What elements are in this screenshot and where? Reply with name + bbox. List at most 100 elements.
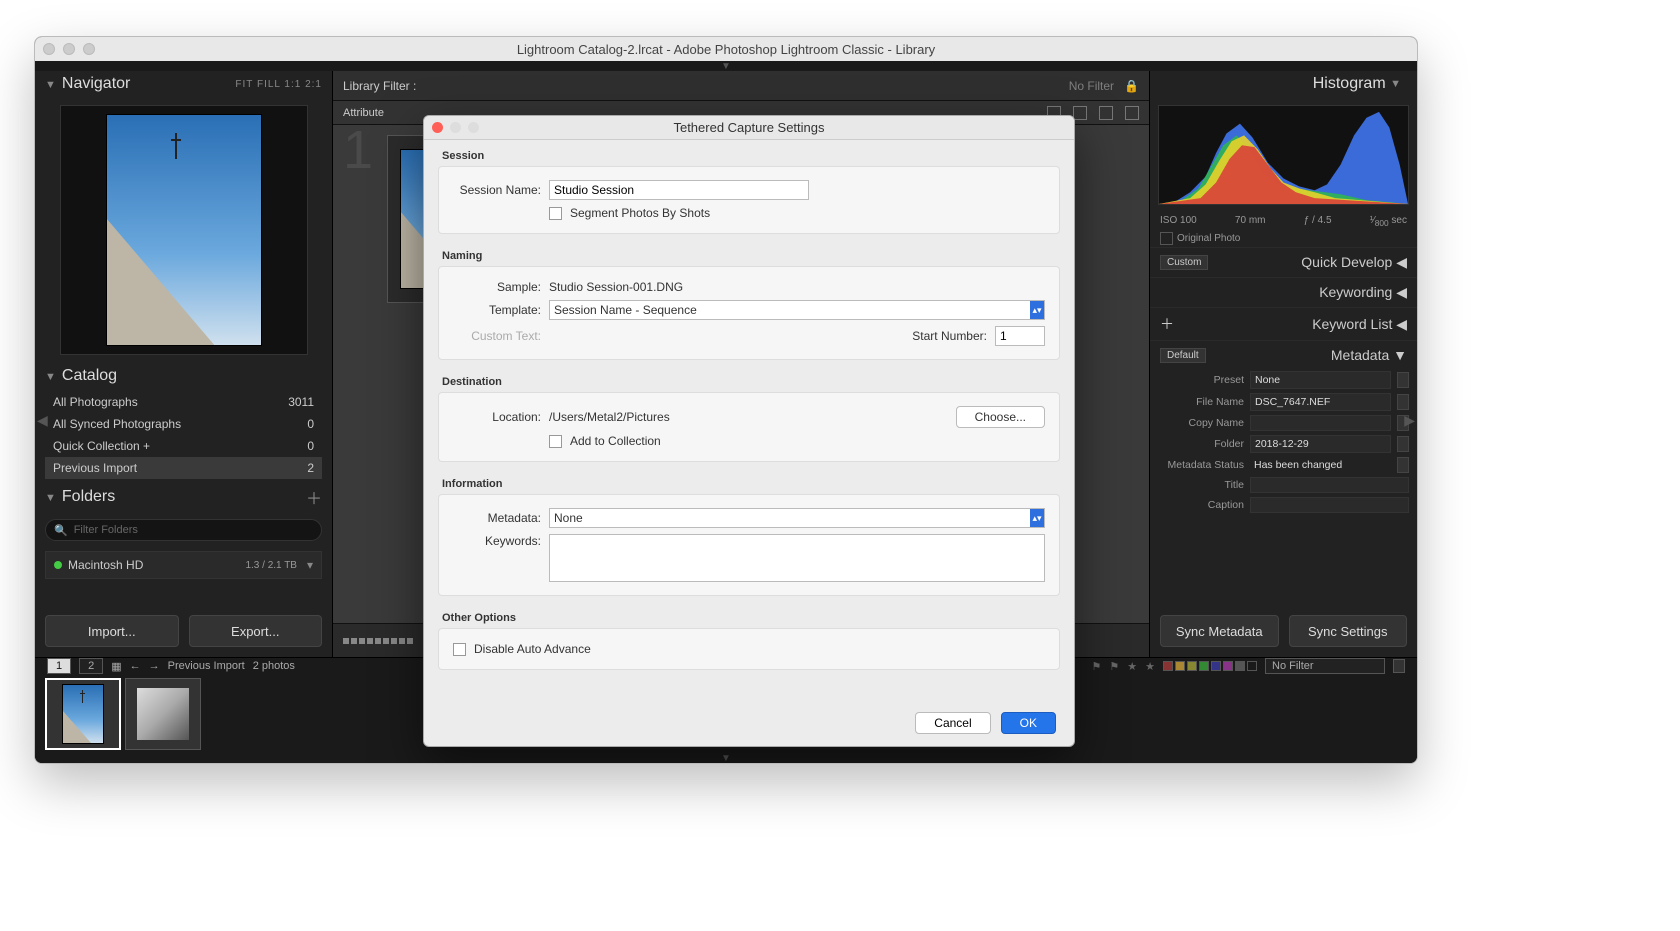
metadata-select[interactable]: None▴▾ <box>549 508 1045 528</box>
disable-advance-checkbox[interactable] <box>453 643 466 656</box>
flag-pick-icon[interactable]: ⚑ <box>1092 660 1102 673</box>
display-1-button[interactable]: 1 <box>47 658 71 674</box>
zoom-1-1[interactable]: 1:1 <box>284 79 301 90</box>
session-name-label: Session Name: <box>453 183 541 197</box>
filter-select[interactable]: No Filter <box>1265 658 1385 674</box>
import-button[interactable]: Import... <box>45 615 179 647</box>
minimize-icon[interactable] <box>63 43 75 55</box>
chevron-right-icon[interactable]: ▶ <box>1404 412 1415 429</box>
grid-size-icon[interactable] <box>343 638 413 644</box>
flag-reject-icon[interactable]: ⚑ <box>1109 660 1119 673</box>
cancel-button[interactable]: Cancel <box>915 712 990 734</box>
view-loupe-icon[interactable] <box>1073 106 1087 120</box>
folders-header[interactable]: ▼Folders＋ <box>35 481 332 513</box>
lock-icon[interactable]: 🔒 <box>1124 79 1139 93</box>
add-collection-label: Add to Collection <box>570 434 661 448</box>
keywords-textarea[interactable] <box>549 534 1045 582</box>
histo-iso: ISO 100 <box>1160 215 1197 228</box>
sample-value: Studio Session-001.DNG <box>549 280 683 294</box>
plus-icon[interactable]: ＋ <box>1160 314 1174 334</box>
color-label-chips[interactable] <box>1163 661 1257 671</box>
start-number-label: Start Number: <box>912 329 987 343</box>
chevron-down-icon[interactable]: ▼ <box>721 61 731 72</box>
section-information: Information <box>424 468 1074 494</box>
keywording-header[interactable]: Keywording ◀ <box>1150 277 1417 307</box>
filmstrip-thumb[interactable] <box>45 678 121 750</box>
attribute-tab[interactable]: Attribute <box>343 107 384 119</box>
goto-icon[interactable] <box>1397 394 1409 410</box>
view-compare-icon[interactable] <box>1099 106 1113 120</box>
metadata-header[interactable]: DefaultMetadata ▼ <box>1150 340 1417 369</box>
original-photo-checkbox[interactable] <box>1160 232 1173 245</box>
library-filter-label: Library Filter : <box>343 79 416 93</box>
meta-folder[interactable]: 2018-12-29 <box>1250 435 1391 453</box>
navigator-label: Navigator <box>62 75 130 92</box>
catalog-item[interactable]: All Photographs3011 <box>45 391 322 413</box>
catalog-item-selected[interactable]: Previous Import2 <box>45 457 322 479</box>
meta-preset[interactable]: None <box>1250 371 1391 389</box>
goto-icon[interactable] <box>1397 457 1409 473</box>
star-icon[interactable]: ★ <box>1145 660 1155 673</box>
close-icon[interactable] <box>43 43 55 55</box>
sync-settings-button[interactable]: Sync Settings <box>1289 615 1408 647</box>
catalog-item[interactable]: All Synced Photographs0 <box>45 413 322 435</box>
search-icon: 🔍 <box>54 524 68 537</box>
view-survey-icon[interactable] <box>1125 106 1139 120</box>
sync-metadata-button[interactable]: Sync Metadata <box>1160 615 1279 647</box>
display-2-button[interactable]: 2 <box>79 658 103 674</box>
zoom-fill[interactable]: FILL <box>257 79 281 90</box>
window-title: Lightroom Catalog-2.lrcat - Adobe Photos… <box>35 42 1417 57</box>
keyword-list-header[interactable]: ＋Keyword List ◀ <box>1150 307 1417 340</box>
histo-sec: ¹⁄800 sec <box>1370 215 1407 228</box>
location-value: /Users/Metal2/Pictures <box>549 410 670 424</box>
chevron-down-icon[interactable]: ▾ <box>307 558 313 572</box>
start-number-input[interactable] <box>995 326 1045 346</box>
ok-button[interactable]: OK <box>1001 712 1056 734</box>
custom-pill[interactable]: Custom <box>1160 255 1208 270</box>
zoom-icon[interactable] <box>83 43 95 55</box>
histogram-svg <box>1159 106 1408 204</box>
histogram-header[interactable]: Histogram ▼ <box>1150 71 1417 97</box>
chevron-down-icon[interactable]: ▼ <box>721 753 731 764</box>
template-select[interactable]: Session Name - Sequence▴▾ <box>549 300 1045 320</box>
photo-count: 2 photos <box>253 660 295 672</box>
filter-switch-icon[interactable] <box>1393 659 1405 673</box>
preset-stepper[interactable] <box>1397 372 1409 388</box>
add-collection-checkbox[interactable] <box>549 435 562 448</box>
grid-view-icon[interactable]: ▦ <box>111 660 121 673</box>
filter-preset[interactable]: No Filter <box>1069 79 1114 93</box>
star-icon[interactable]: ★ <box>1127 660 1137 673</box>
drive-row[interactable]: Macintosh HD 1.3 / 2.1 TB ▾ <box>45 551 322 579</box>
filmstrip-thumb[interactable] <box>125 678 201 750</box>
session-name-input[interactable] <box>549 180 809 200</box>
custom-text-label: Custom Text: <box>453 329 541 343</box>
drive-name: Macintosh HD <box>68 558 143 572</box>
quick-develop-header[interactable]: CustomQuick Develop ◀ <box>1150 247 1417 277</box>
goto-icon[interactable] <box>1397 436 1409 452</box>
catalog-header[interactable]: ▼Catalog <box>35 363 332 389</box>
meta-filename[interactable]: DSC_7647.NEF <box>1250 393 1391 411</box>
prev-arrow-icon[interactable]: ← <box>130 660 141 672</box>
dialog-title: Tethered Capture Settings <box>424 120 1074 135</box>
chevron-left-icon[interactable]: ◀ <box>37 412 48 429</box>
choose-button[interactable]: Choose... <box>956 406 1045 428</box>
section-naming: Naming <box>424 240 1074 266</box>
navigator-header[interactable]: ▼Navigator FIT FILL 1:1 2:1 <box>35 71 332 97</box>
source-label[interactable]: Previous Import <box>168 660 245 672</box>
zoom-fit[interactable]: FIT <box>235 79 253 90</box>
next-arrow-icon[interactable]: → <box>149 660 160 672</box>
meta-copyname[interactable] <box>1250 415 1391 431</box>
drive-meter: 1.3 / 2.1 TB <box>245 560 297 571</box>
folder-filter-input[interactable]: 🔍 Filter Folders <box>45 519 322 541</box>
export-button[interactable]: Export... <box>189 615 323 647</box>
zoom-2-1[interactable]: 2:1 <box>305 79 322 90</box>
catalog-item[interactable]: Quick Collection +0 <box>45 435 322 457</box>
default-pill[interactable]: Default <box>1160 348 1206 363</box>
select-arrows-icon: ▴▾ <box>1030 301 1044 319</box>
meta-title[interactable] <box>1250 477 1409 493</box>
histogram-chart[interactable] <box>1158 105 1409 205</box>
meta-caption[interactable] <box>1250 497 1409 513</box>
library-filter-bar: Library Filter : No Filter 🔒 <box>333 71 1149 101</box>
navigator-preview[interactable] <box>60 105 308 355</box>
segment-checkbox[interactable] <box>549 207 562 220</box>
